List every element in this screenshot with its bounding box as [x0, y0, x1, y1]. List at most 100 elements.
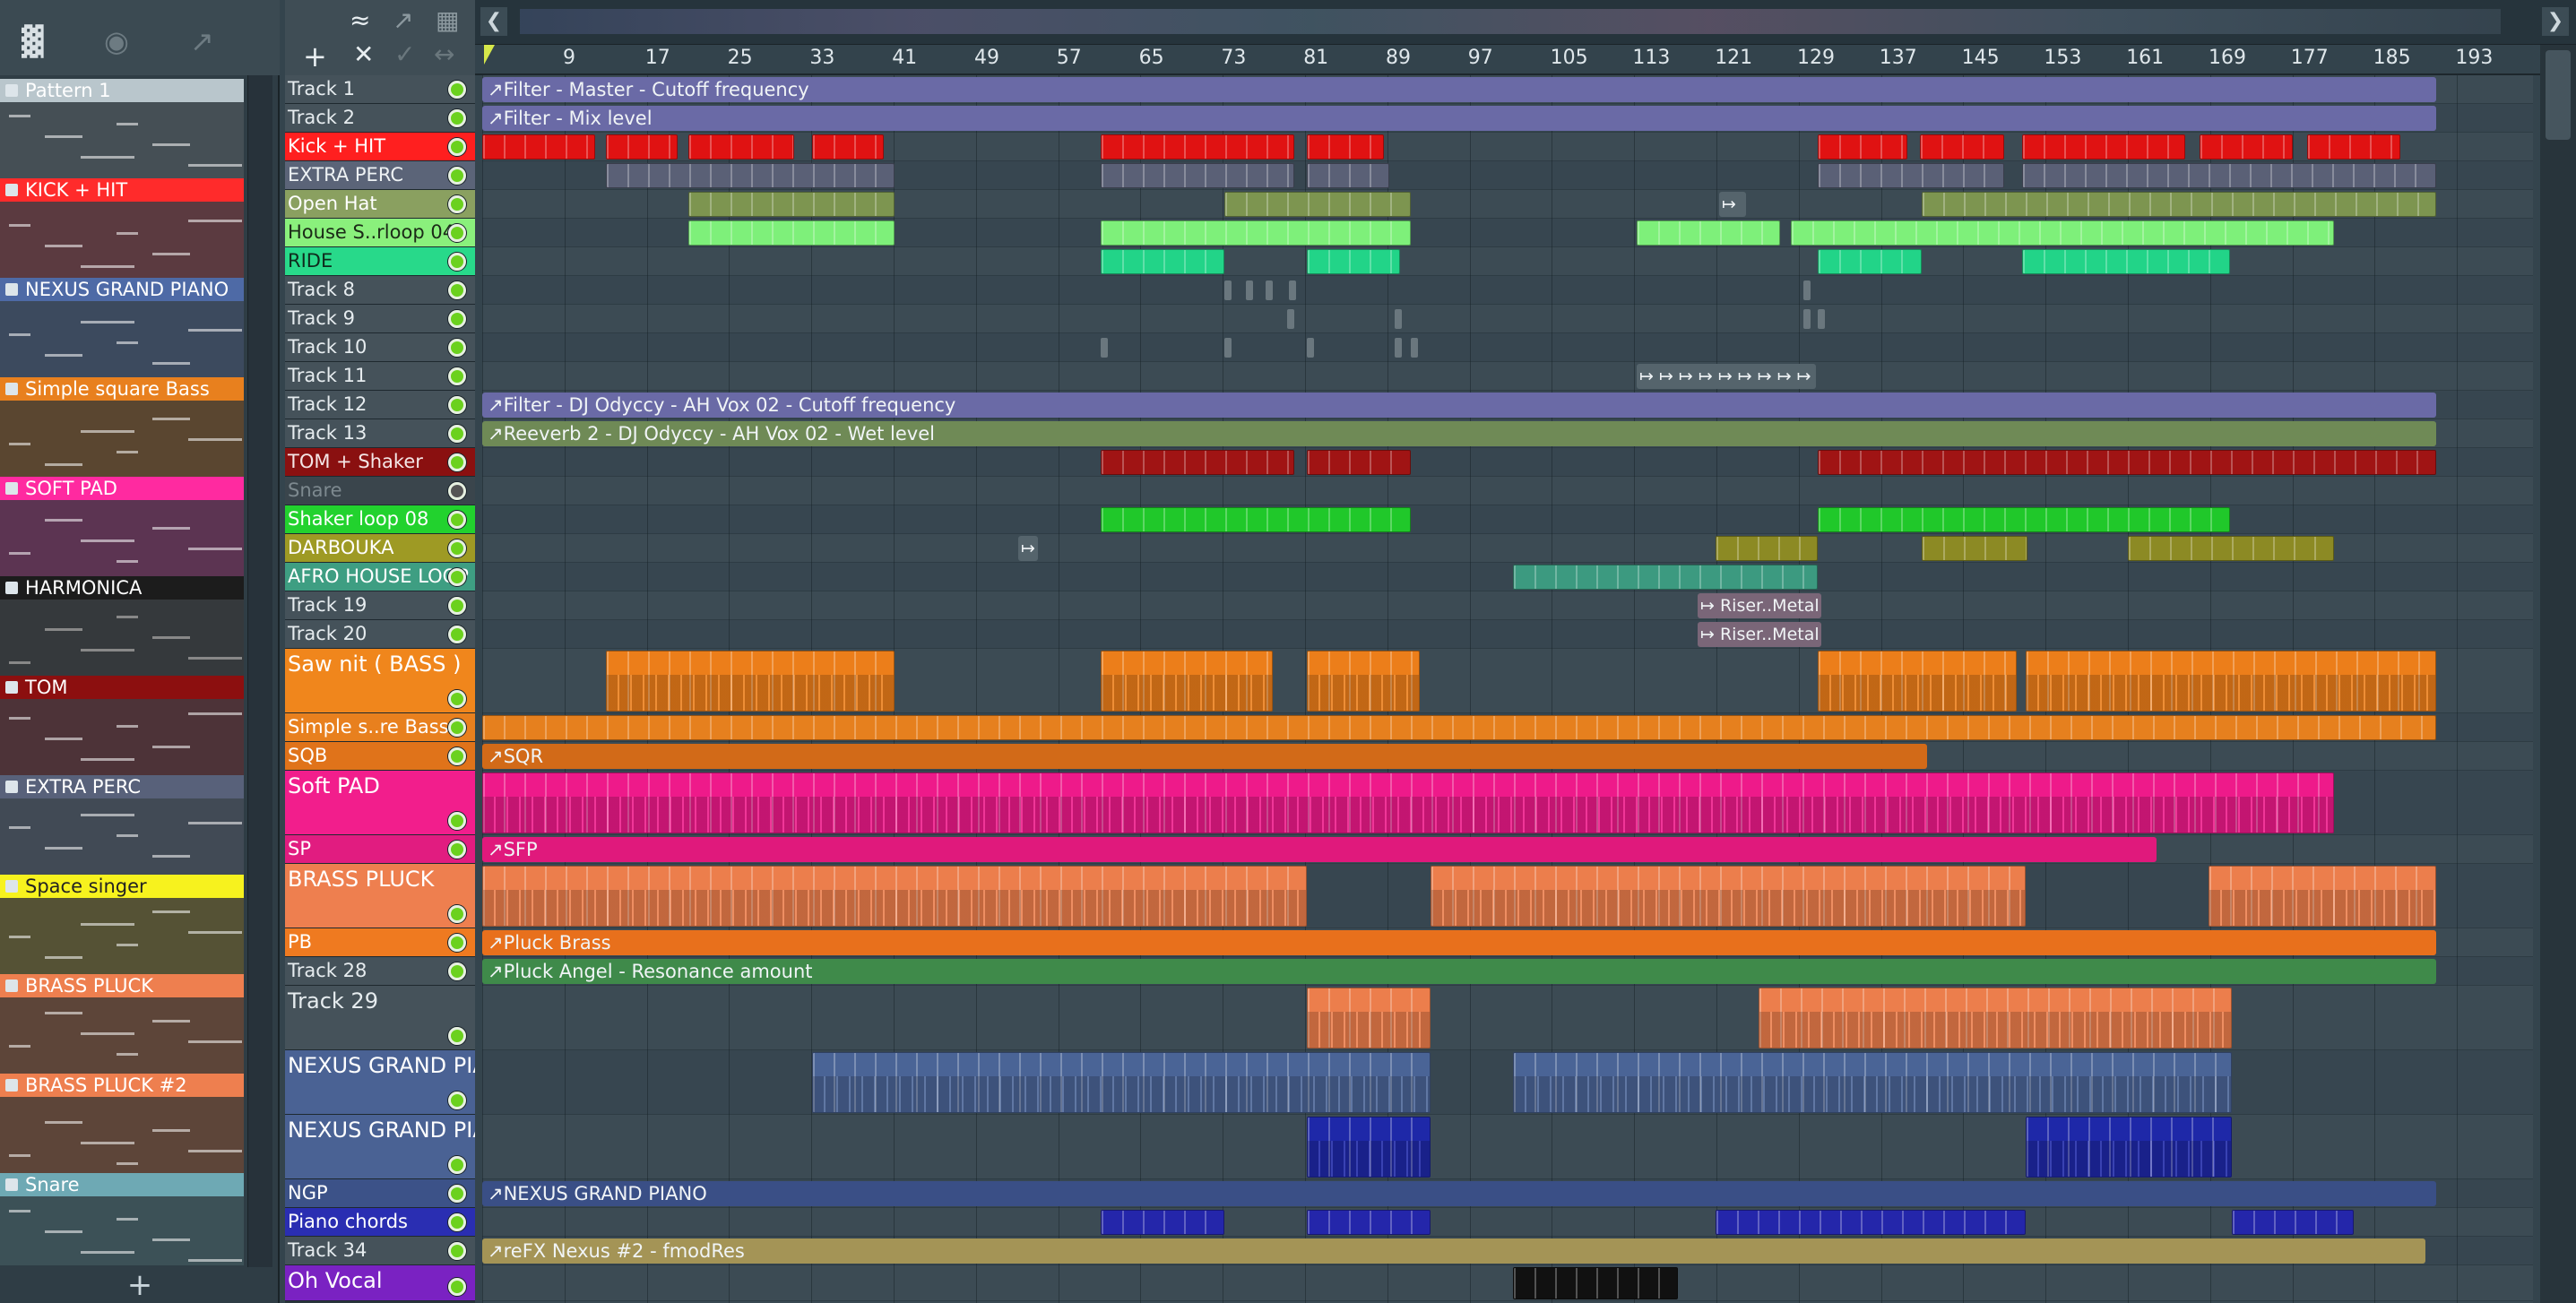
mini-clip[interactable] [1246, 280, 1253, 300]
pattern-clip[interactable] [688, 134, 794, 160]
scroll-thumb[interactable] [2546, 50, 2571, 140]
track-header[interactable]: NGP [285, 1179, 475, 1208]
track-mute-toggle[interactable] [448, 511, 466, 529]
pattern-clip[interactable] [1307, 249, 1400, 274]
pattern-clip[interactable] [2022, 163, 2436, 188]
track-mute-toggle[interactable] [448, 195, 466, 213]
pattern-item[interactable]: Space singer [0, 875, 244, 975]
track-header[interactable]: RIDE [285, 247, 475, 276]
automation-clip[interactable]: ↗Filter - Mix level [482, 106, 2436, 131]
pattern-clip[interactable] [1101, 1210, 1224, 1235]
track-mute-toggle[interactable] [448, 425, 466, 443]
track-header[interactable]: Soft PAD [285, 771, 475, 835]
track-header[interactable]: Track 9 [285, 305, 475, 333]
pattern-item[interactable]: TOM [0, 676, 244, 776]
pattern-clip[interactable] [2022, 249, 2230, 274]
track-mute-toggle[interactable] [448, 568, 466, 586]
pattern-item[interactable]: BRASS PLUCK #2 [0, 1074, 244, 1174]
pattern-clip[interactable] [1101, 249, 1224, 274]
playlist-vertical-scrollbar[interactable] [2540, 45, 2576, 1303]
pattern-item[interactable]: BRASS PLUCK [0, 974, 244, 1074]
track-mute-toggle[interactable] [448, 747, 466, 765]
track-header[interactable]: Snare [285, 477, 475, 505]
automation-clip[interactable]: ↗Pluck Angel - Resonance amount [482, 959, 2436, 984]
close-icon[interactable]: ✕ [353, 39, 374, 69]
pattern-clip[interactable] [1101, 651, 1273, 712]
automation-clip[interactable]: ↗Reeverb 2 - DJ Odyccy - AH Vox 02 - Wet… [482, 421, 2436, 446]
check-icon[interactable]: ✓ [394, 39, 415, 69]
pattern-clip[interactable] [482, 866, 1307, 927]
pattern-clip[interactable] [2026, 651, 2436, 712]
automation-clip[interactable]: ↗SFP [482, 837, 2157, 862]
resize-icon[interactable]: ↔ [434, 39, 454, 69]
pattern-clip[interactable] [1101, 134, 1294, 160]
pattern-clip[interactable] [1307, 134, 1384, 160]
audio-clip[interactable]: ↦ [1719, 192, 1746, 217]
pattern-item[interactable]: HARMONICA [0, 576, 244, 677]
playlist-lane[interactable] [482, 305, 2533, 333]
track-header[interactable]: NEXUS GRAND PIA.. [285, 1050, 475, 1115]
pattern-clip[interactable] [1513, 565, 1818, 590]
track-mute-toggle[interactable] [448, 690, 466, 708]
track-header[interactable]: Kick + HIT [285, 133, 475, 161]
track-header[interactable]: Simple s..re Bass [285, 713, 475, 742]
mini-clip[interactable] [1307, 338, 1314, 358]
playlist-lane[interactable] [482, 362, 2533, 391]
pattern-clip[interactable] [1759, 988, 2232, 1048]
pattern-clip[interactable] [1307, 163, 1389, 188]
track-header[interactable]: Track 13 [285, 419, 475, 448]
track-mute-toggle[interactable] [448, 1156, 466, 1174]
keyboard-icon[interactable]: ▦ [436, 5, 459, 35]
track-header[interactable]: Track 29 [285, 986, 475, 1050]
mini-clip[interactable] [1266, 280, 1273, 300]
mini-clip[interactable] [1289, 280, 1296, 300]
track-header[interactable]: Track 19 [285, 591, 475, 620]
automation-icon[interactable]: ↗ [190, 27, 214, 56]
mini-clip[interactable] [1395, 338, 1402, 358]
pattern-clip[interactable] [1922, 536, 2027, 561]
track-header[interactable]: Track 20 [285, 620, 475, 649]
track-header[interactable]: SP [285, 835, 475, 864]
pattern-clip[interactable] [482, 772, 2334, 833]
track-mute-toggle[interactable] [448, 934, 466, 952]
track-mute-toggle[interactable] [448, 167, 466, 185]
audio-icon[interactable]: ◉ [104, 27, 129, 56]
pattern-clip[interactable] [1818, 651, 2017, 712]
pattern-clip[interactable] [1818, 134, 1907, 160]
track-mute-toggle[interactable] [448, 1092, 466, 1109]
track-mute-toggle[interactable] [448, 812, 466, 830]
track-mute-toggle[interactable] [448, 1027, 466, 1045]
track-mute-toggle[interactable] [448, 719, 466, 737]
playlist-lane[interactable] [482, 1208, 2533, 1237]
playlist-overview[interactable]: ❮ ❯ [475, 0, 2576, 45]
track-header[interactable]: Track 8 [285, 276, 475, 305]
audio-clip[interactable]: ↦ ↦ ↦ ↦ ↦ ↦ ↦ ↦ ↦ ↦ [1637, 364, 1816, 389]
track-mute-toggle[interactable] [448, 367, 466, 385]
automation-clip[interactable]: ↗Filter - DJ Odyccy - AH Vox 02 - Cutoff… [482, 393, 2436, 418]
track-mute-toggle[interactable] [448, 841, 466, 859]
mini-clip[interactable] [1224, 280, 1232, 300]
track-mute-toggle[interactable] [448, 224, 466, 242]
track-mute-toggle[interactable] [448, 905, 466, 923]
track-header[interactable]: AFRO HOUSE LOOP [285, 563, 475, 591]
mini-clip[interactable] [1101, 338, 1108, 358]
track-header[interactable]: PB [285, 928, 475, 957]
track-header[interactable]: Track 28 [285, 957, 475, 986]
pattern-clip[interactable] [1307, 1117, 1431, 1178]
track-mute-toggle[interactable] [448, 109, 466, 127]
automation-clip[interactable]: ↗reFX Nexus #2 - fmodRes [482, 1238, 2425, 1264]
track-header[interactable]: Track 34 [285, 1237, 475, 1265]
pattern-clip[interactable] [606, 651, 895, 712]
track-mute-toggle[interactable] [448, 626, 466, 643]
pattern-clip[interactable] [2232, 1210, 2354, 1235]
pattern-scrollbar[interactable] [247, 75, 272, 1267]
pattern-clip[interactable] [2128, 536, 2334, 561]
playlist-area[interactable]: ↗Filter - Master - Cutoff frequency ↗Filt… [482, 75, 2533, 1303]
waveform-icon[interactable]: ≈ [350, 5, 370, 35]
pattern-item[interactable]: SOFT PAD [0, 477, 244, 577]
pattern-clip[interactable] [1101, 163, 1294, 188]
pattern-clip[interactable] [1101, 507, 1411, 532]
mini-clip[interactable] [1818, 309, 1825, 329]
overview-minimap[interactable] [520, 9, 2501, 34]
audio-clip[interactable]: ↦ [1018, 536, 1038, 561]
